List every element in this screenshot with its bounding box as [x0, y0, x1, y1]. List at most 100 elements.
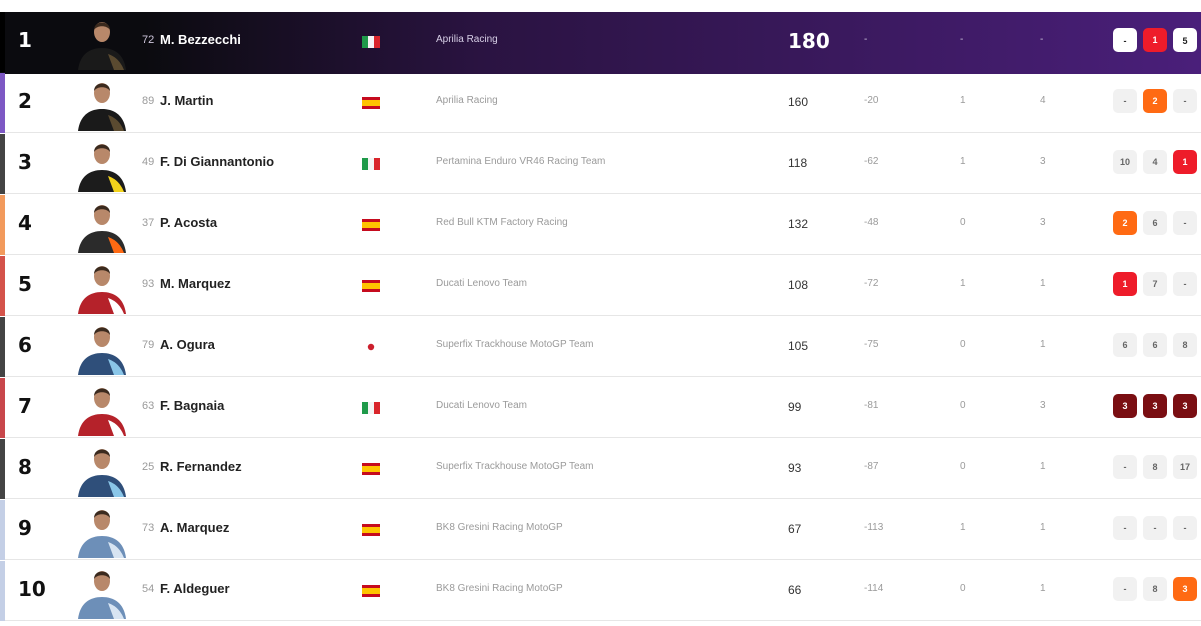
rider-name[interactable]: A. Marquez [160, 520, 229, 535]
rider-row[interactable]: 2 89 J. Martin Aprilia Racing 160 -20 1 4-2- [0, 73, 1201, 133]
country-flag-icon [362, 35, 380, 48]
rider-row[interactable]: 9 73 A. Marquez BK8 Gresini Racing MotoGP 67… [0, 500, 1201, 560]
form-result-badge: - [1113, 455, 1137, 479]
gap-to-leader: -48 [864, 217, 879, 228]
gap-to-leader: -87 [864, 461, 879, 472]
rider-avatar [74, 441, 130, 497]
wins-count: 1 [960, 522, 966, 533]
rider-avatar [74, 563, 130, 619]
rider-row[interactable]: 7 63 F. Bagnaia Ducati Lenovo Team 99 -81 0 3 3 3… [0, 378, 1201, 438]
position-number: 2 [18, 89, 32, 113]
podiums-count: 3 [1040, 400, 1046, 411]
form-result-badge: 3 [1173, 577, 1197, 601]
rider-name[interactable]: F. Bagnaia [160, 398, 224, 413]
rider-row[interactable]: 8 25 R. Fernandez Superfix Trackhouse MotoG… [0, 439, 1201, 499]
points: 108 [788, 278, 809, 292]
wins-count: - [960, 34, 964, 45]
form-result-badge: - [1173, 211, 1197, 235]
form-result-badge: 6 [1143, 333, 1167, 357]
form-result-badge: - [1173, 516, 1197, 540]
recent-form: 668 [1113, 333, 1201, 361]
position-number: 4 [18, 211, 32, 235]
country-flag-icon [362, 340, 380, 353]
position-number: 7 [18, 394, 32, 418]
points: 118 [788, 156, 808, 170]
rider-name[interactable]: M. Bezzecchi [160, 32, 241, 47]
form-result-badge: - [1143, 516, 1167, 540]
points: 93 [788, 461, 802, 475]
podiums-count: 3 [1040, 217, 1046, 228]
position-number: 1 [18, 28, 32, 52]
form-result-badge: 3 [1113, 394, 1137, 418]
podiums-count: 1 [1040, 278, 1046, 289]
rider-row[interactable]: 3 49 F. Di Giannantonio Pertamina Enduro VR… [0, 134, 1201, 194]
rider-avatar [74, 14, 130, 70]
points: 105 [788, 339, 809, 353]
rider-row[interactable]: 4 37 P. Acosta Red Bull KTM Factory Racing 1… [0, 195, 1201, 255]
position-number: 8 [18, 455, 32, 479]
rider-name[interactable]: F. Di Giannantonio [160, 154, 274, 169]
position-number: 9 [18, 516, 32, 540]
form-result-badge: - [1113, 28, 1137, 52]
recent-form: -8 17 [1113, 455, 1201, 483]
form-result-badge: 3 [1173, 394, 1197, 418]
country-flag-icon [362, 401, 380, 414]
rider-avatar [74, 380, 130, 436]
team-color-stripe [0, 256, 5, 316]
form-result-badge: 8 [1143, 455, 1167, 479]
points: 67 [788, 522, 802, 536]
country-flag-icon [362, 157, 380, 170]
form-result-badge: 10 [1113, 150, 1137, 174]
podiums-count: 4 [1040, 95, 1046, 106]
standings-table: 1 72 M. Bezzecchi Aprilia Racing 180- - - -1 5 2 8… [0, 0, 1201, 626]
rider-row[interactable]: 5 93 M. Marquez Ducati Lenovo Team 108 -72 1 1 1… [0, 256, 1201, 316]
wins-count: 1 [960, 95, 966, 106]
team-name: BK8 Gresini Racing MotoGP [436, 583, 563, 594]
form-result-badge: - [1173, 272, 1197, 296]
rider-row[interactable]: 10 54 F. Aldeguer BK8 Gresini Racing MotoGP… [0, 561, 1201, 621]
recent-form: 26- [1113, 211, 1201, 239]
rider-name[interactable]: J. Martin [160, 93, 213, 108]
team-name: Red Bull KTM Factory Racing [436, 217, 568, 228]
form-result-badge: 3 [1143, 394, 1167, 418]
podiums-count: 1 [1040, 522, 1046, 533]
recent-form: -2- [1113, 89, 1201, 117]
gap-to-leader: - [864, 34, 868, 45]
podiums-count: 1 [1040, 583, 1046, 594]
recent-form: -15 [1113, 28, 1201, 56]
rider-name[interactable]: P. Acosta [160, 215, 217, 230]
form-result-badge: 2 [1113, 211, 1137, 235]
team-color-stripe [0, 73, 5, 133]
form-result-badge: 1 [1113, 272, 1137, 296]
recent-form: 17- [1113, 272, 1201, 300]
rider-avatar [74, 502, 130, 558]
rider-avatar [74, 75, 130, 131]
form-result-badge: - [1113, 89, 1137, 113]
wins-count: 1 [960, 278, 966, 289]
rider-avatar [74, 136, 130, 192]
rider-name[interactable]: R. Fernandez [160, 459, 242, 474]
team-name: Ducati Lenovo Team [436, 278, 527, 289]
form-result-badge: 4 [1143, 150, 1167, 174]
team-name: Superfix Trackhouse MotoGP Team [436, 461, 594, 472]
recent-form: --- [1113, 516, 1201, 544]
rider-name[interactable]: A. Ogura [160, 337, 215, 352]
country-flag-icon [362, 523, 380, 536]
rider-name[interactable]: M. Marquez [160, 276, 231, 291]
rider-row[interactable]: 6 79 A. Ogura Superfix Trackhouse MotoGP Te… [0, 317, 1201, 377]
wins-count: 0 [960, 339, 966, 350]
rider-row[interactable]: 1 72 M. Bezzecchi Aprilia Racing 180- - - -1 5 [0, 12, 1201, 74]
rider-name[interactable]: F. Aldeguer [160, 581, 230, 596]
gap-to-leader: -113 [864, 522, 884, 533]
team-color-stripe [0, 378, 5, 438]
team-name: Aprilia Racing [436, 34, 498, 45]
rider-avatar [74, 197, 130, 253]
points: 132 [788, 217, 809, 231]
team-color-stripe [0, 195, 5, 255]
gap-to-leader: -62 [864, 156, 879, 167]
country-flag-icon [362, 96, 380, 109]
form-result-badge: 1 [1143, 28, 1167, 52]
top-strip [0, 0, 1201, 12]
country-flag-icon [362, 462, 380, 475]
form-result-badge: 8 [1143, 577, 1167, 601]
